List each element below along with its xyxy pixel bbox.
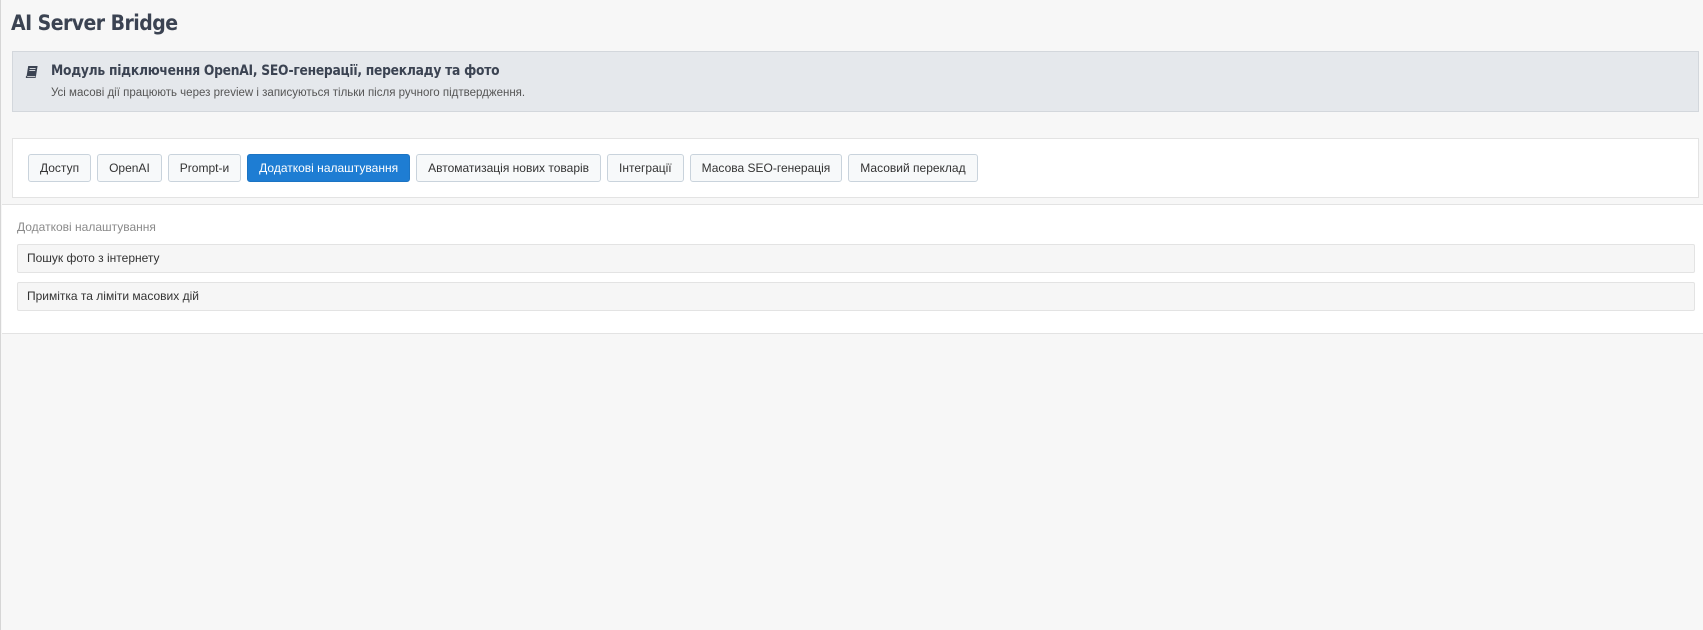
tab-access[interactable]: Доступ bbox=[28, 154, 92, 182]
info-alert: Модуль підключення OpenAI, SEO-генерації… bbox=[12, 51, 1699, 112]
section-title: Додаткові налаштування bbox=[17, 220, 156, 234]
tab-bulk-translation[interactable]: Масовий переклад bbox=[848, 154, 978, 182]
tab-integrations[interactable]: Інтеграції bbox=[607, 154, 684, 182]
tab-list: Доступ OpenAI Prompt-и Додаткові налашту… bbox=[28, 154, 978, 182]
tab-openai[interactable]: OpenAI bbox=[97, 154, 162, 182]
tab-additional-settings[interactable]: Додаткові налаштування bbox=[247, 154, 411, 182]
tab-prompts[interactable]: Prompt-и bbox=[167, 154, 242, 182]
book-icon bbox=[25, 65, 39, 79]
alert-text: Усі масові дії працюють через preview і … bbox=[51, 87, 526, 99]
page-title: AI Server Bridge bbox=[11, 11, 178, 35]
tab-new-products-automation[interactable]: Автоматизація нових товарів bbox=[416, 154, 602, 182]
content-panel: Додаткові налаштування Пошук фото з інте… bbox=[2, 204, 1703, 334]
tabs-panel: Доступ OpenAI Prompt-и Додаткові налашту… bbox=[12, 138, 1699, 198]
tab-bulk-seo-generation[interactable]: Масова SEO-генерація bbox=[689, 154, 843, 182]
accordion-item-web-photo-search[interactable]: Пошук фото з інтернету bbox=[17, 244, 1695, 273]
accordion-item-bulk-limits[interactable]: Примітка та ліміти масових дій bbox=[17, 282, 1695, 311]
alert-title: Модуль підключення OpenAI, SEO-генерації… bbox=[51, 63, 500, 79]
